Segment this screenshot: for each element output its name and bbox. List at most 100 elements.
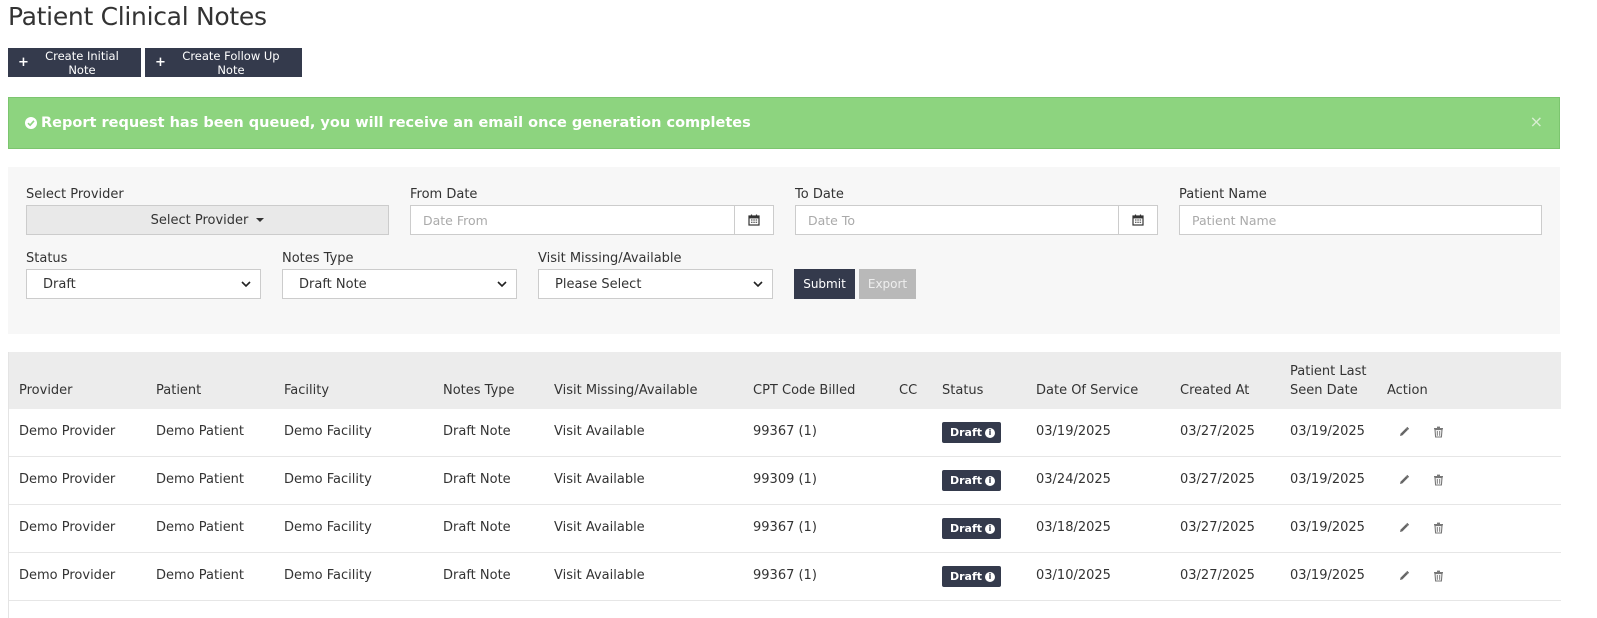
cell-visit: Visit Available <box>554 520 645 535</box>
header-created-at[interactable]: Created At <box>1180 381 1249 400</box>
patient-name-label: Patient Name <box>1179 187 1267 202</box>
cell-visit: Visit Available <box>554 568 645 583</box>
table-row: Demo Provider Demo Patient Demo Facility Dr… <box>9 409 1561 457</box>
status-badge[interactable]: Draft i <box>942 422 1002 443</box>
pencil-icon[interactable] <box>1398 426 1410 441</box>
chevron-down-icon <box>241 281 251 288</box>
cell-last-seen: 03/19/2025 <box>1290 472 1365 487</box>
cell-dos: 03/19/2025 <box>1036 424 1111 439</box>
header-cc[interactable]: CC <box>899 381 917 400</box>
header-last-seen-line1[interactable]: Patient Last <box>1290 362 1366 381</box>
cell-notes-type: Draft Note <box>443 424 511 439</box>
header-last-seen-line2[interactable]: Seen Date <box>1290 381 1358 400</box>
cell-created: 03/27/2025 <box>1180 472 1255 487</box>
chevron-down-icon <box>497 281 507 288</box>
trash-icon[interactable] <box>1433 474 1444 489</box>
header-facility[interactable]: Facility <box>284 381 329 400</box>
status-badge[interactable]: Draft i <box>942 566 1002 587</box>
export-button[interactable]: Export <box>859 269 916 299</box>
cell-facility: Demo Facility <box>284 472 372 487</box>
cell-provider: Demo Provider <box>19 568 116 583</box>
cell-last-seen: 03/19/2025 <box>1290 424 1365 439</box>
cell-last-seen: 03/19/2025 <box>1290 568 1365 583</box>
create-follow-up-note-button[interactable]: + Create Follow Up Note <box>145 48 302 77</box>
notes-table: Provider Patient Facility Notes Type Vis… <box>8 352 1561 618</box>
table-header: Provider Patient Facility Notes Type Vis… <box>9 352 1561 409</box>
cell-notes-type: Draft Note <box>443 568 511 583</box>
create-initial-note-button[interactable]: + Create Initial Note <box>8 48 141 77</box>
cell-cpt: 99309 (1) <box>753 472 817 487</box>
calendar-icon[interactable] <box>1118 206 1157 234</box>
check-circle-icon <box>25 117 37 129</box>
visit-select[interactable]: Please Select <box>538 269 773 299</box>
header-date-of-service[interactable]: Date Of Service <box>1036 381 1138 400</box>
create-follow-up-note-label: Create Follow Up Note <box>182 48 280 77</box>
to-date-label: To Date <box>795 187 844 202</box>
header-visit[interactable]: Visit Missing/Available <box>554 381 698 400</box>
from-date-group <box>410 205 774 235</box>
cell-patient: Demo Patient <box>156 568 245 583</box>
plus-icon: + <box>18 55 29 70</box>
header-patient[interactable]: Patient <box>156 381 201 400</box>
info-icon: i <box>985 475 996 486</box>
table-row: Demo Provider Demo Patient Demo Facility Dr… <box>9 457 1561 505</box>
status-badge[interactable]: Draft i <box>942 470 1002 491</box>
alert-message: Report request has been queued, you will… <box>41 115 751 131</box>
cell-visit: Visit Available <box>554 424 645 439</box>
provider-select[interactable]: Select Provider <box>26 205 389 235</box>
cell-last-seen: 03/19/2025 <box>1290 520 1365 535</box>
to-date-group <box>795 205 1158 235</box>
cell-dos: 03/10/2025 <box>1036 568 1111 583</box>
cell-visit: Visit Available <box>554 472 645 487</box>
cell-cpt: 99367 (1) <box>753 568 817 583</box>
pencil-icon[interactable] <box>1398 522 1410 537</box>
pencil-icon[interactable] <box>1398 570 1410 585</box>
calendar-icon[interactable] <box>734 206 773 234</box>
cell-dos: 03/24/2025 <box>1036 472 1111 487</box>
status-badge-label: Draft <box>950 426 983 439</box>
cell-patient: Demo Patient <box>156 520 245 535</box>
from-date-input[interactable] <box>411 206 734 234</box>
provider-select-value: Select Provider <box>150 212 249 228</box>
status-badge[interactable]: Draft i <box>942 518 1002 539</box>
patient-name-input[interactable] <box>1179 205 1542 235</box>
create-initial-note-label: Create Initial Note <box>45 48 119 77</box>
success-alert: Report request has been queued, you will… <box>8 97 1560 149</box>
header-action: Action <box>1387 383 1428 398</box>
header-cpt[interactable]: CPT Code Billed <box>753 381 855 400</box>
info-icon: i <box>985 427 996 438</box>
visit-select-value: Please Select <box>555 276 642 292</box>
visit-label: Visit Missing/Available <box>538 251 682 266</box>
pencil-icon[interactable] <box>1398 474 1410 489</box>
from-date-label: From Date <box>410 187 478 202</box>
cell-dos: 03/18/2025 <box>1036 520 1111 535</box>
cell-cpt: 99367 (1) <box>753 424 817 439</box>
header-provider[interactable]: Provider <box>19 381 73 400</box>
notes-type-select[interactable]: Draft Note <box>282 269 517 299</box>
trash-icon[interactable] <box>1433 426 1444 441</box>
cell-provider: Demo Provider <box>19 424 116 439</box>
cell-cpt: 99367 (1) <box>753 520 817 535</box>
close-icon[interactable]: × <box>1530 112 1543 131</box>
cell-facility: Demo Facility <box>284 520 372 535</box>
status-label: Status <box>26 251 68 266</box>
status-badge-label: Draft <box>950 522 983 535</box>
cell-provider: Demo Provider <box>19 472 116 487</box>
to-date-input[interactable] <box>796 206 1118 234</box>
cell-created: 03/27/2025 <box>1180 520 1255 535</box>
page-title: Patient Clinical Notes <box>8 2 267 31</box>
filter-panel: Select Provider Select Provider From Dat… <box>8 167 1560 334</box>
table-row: Demo Provider Demo Patient Demo Facility Dr… <box>9 505 1561 553</box>
notes-type-label: Notes Type <box>282 251 354 266</box>
submit-button[interactable]: Submit <box>794 269 855 299</box>
info-icon: i <box>985 571 996 582</box>
info-icon: i <box>985 523 996 534</box>
header-status[interactable]: Status <box>942 381 983 400</box>
status-select[interactable]: Draft <box>26 269 261 299</box>
trash-icon[interactable] <box>1433 522 1444 537</box>
cell-created: 03/27/2025 <box>1180 568 1255 583</box>
header-notes-type[interactable]: Notes Type <box>443 381 515 400</box>
plus-icon: + <box>155 55 166 70</box>
trash-icon[interactable] <box>1433 570 1444 585</box>
cell-patient: Demo Patient <box>156 424 245 439</box>
